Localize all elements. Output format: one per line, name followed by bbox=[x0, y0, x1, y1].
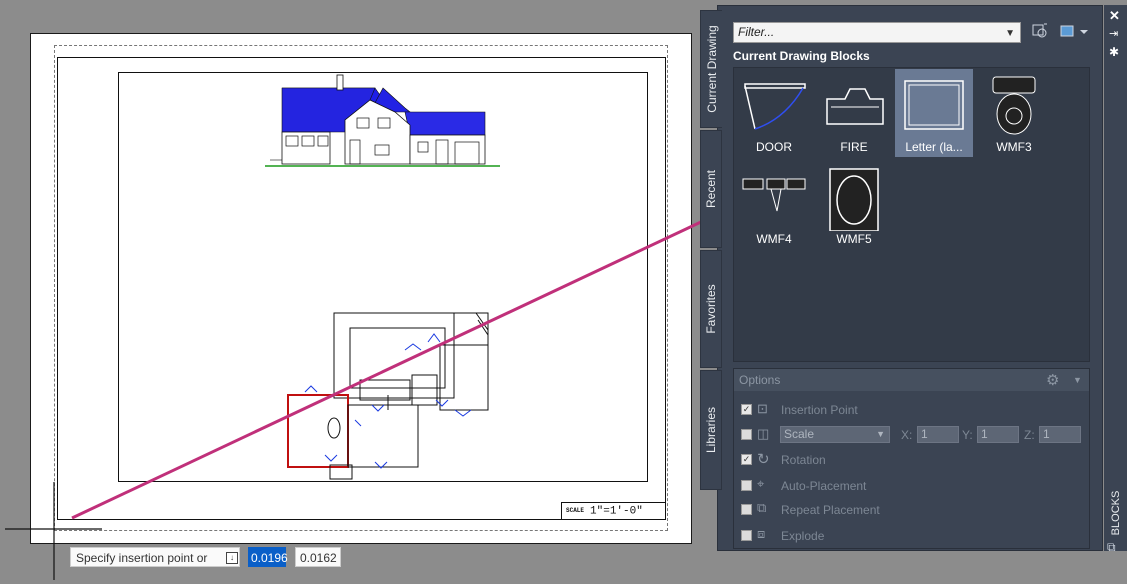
scale-x-input[interactable]: 1 bbox=[917, 426, 959, 443]
scale-label: 1"=1'-0" bbox=[590, 505, 643, 518]
block-label: DOOR bbox=[756, 140, 792, 154]
block-label: WMF3 bbox=[996, 140, 1032, 154]
block-tile-wmf4[interactable]: WMF4 bbox=[735, 161, 813, 249]
fireplace-icon bbox=[826, 88, 884, 125]
scale-checkbox[interactable] bbox=[741, 429, 752, 440]
chevron-down-icon[interactable]: ▼ bbox=[1005, 24, 1015, 43]
palette-title: BLOCKS bbox=[1104, 490, 1127, 535]
close-icon[interactable]: ✕ bbox=[1109, 8, 1120, 24]
palette-title-text: BLOCKS bbox=[1109, 490, 1122, 535]
insertion-point-label: Insertion Point bbox=[781, 403, 858, 417]
chevron-down-icon[interactable]: ▼ bbox=[876, 427, 885, 442]
tab-libraries[interactable]: Libraries bbox=[700, 370, 722, 490]
palette-titlebar[interactable] bbox=[1104, 5, 1127, 551]
rotation-checkbox[interactable]: ✓ bbox=[741, 454, 752, 465]
block-label: WMF5 bbox=[836, 232, 872, 246]
explode-label: Explode bbox=[781, 529, 825, 543]
tab-label: Current Drawing bbox=[704, 25, 719, 113]
options-title: Options bbox=[739, 373, 781, 387]
insertion-point-icon: ⊡ bbox=[757, 401, 768, 416]
scale-y-label: Y: bbox=[962, 428, 973, 442]
view-options-icon[interactable] bbox=[1060, 24, 1090, 43]
tab-label: Libraries bbox=[704, 406, 718, 454]
scale-box: SCALE 1"=1'-0" bbox=[561, 502, 666, 520]
door-icon bbox=[744, 83, 806, 130]
block-tile-wmf3[interactable]: WMF3 bbox=[975, 69, 1053, 157]
scale-dropdown-value: Scale bbox=[784, 427, 815, 441]
block-label: FIRE bbox=[840, 140, 868, 154]
repeat-placement-icon: ⧉ bbox=[757, 500, 767, 515]
block-tile-letter[interactable]: Letter (la... bbox=[895, 69, 973, 157]
blocks-palette-icon[interactable]: ⧉ bbox=[1107, 540, 1116, 555]
repeat-placement-label: Repeat Placement bbox=[781, 503, 880, 517]
scale-z-label: Z: bbox=[1024, 428, 1035, 442]
tab-label: Recent bbox=[704, 169, 718, 209]
block-label: WMF4 bbox=[756, 232, 792, 246]
block-tile-wmf5[interactable]: WMF5 bbox=[815, 161, 893, 249]
tab-current-drawing[interactable]: Current Drawing bbox=[700, 10, 722, 128]
properties-icon[interactable]: ✱ bbox=[1109, 45, 1119, 59]
scale-icon: ◫ bbox=[757, 426, 770, 441]
sheet-icon bbox=[904, 80, 964, 130]
explode-icon: ⧈ bbox=[757, 526, 766, 541]
tab-recent[interactable]: Recent bbox=[700, 130, 722, 248]
house-elevation bbox=[265, 74, 500, 167]
command-prompt[interactable]: Specify insertion point or bbox=[70, 547, 240, 567]
block-tile-door[interactable]: DOOR bbox=[735, 69, 813, 157]
auto-placement-label: Auto-Placement bbox=[781, 479, 867, 493]
explode-checkbox[interactable] bbox=[741, 530, 752, 541]
rotate-icon: ↻ bbox=[757, 451, 770, 468]
load-blocks-icon[interactable] bbox=[1031, 22, 1049, 43]
auto-placement-checkbox[interactable] bbox=[741, 480, 752, 491]
repeat-placement-checkbox[interactable] bbox=[741, 504, 752, 515]
filter-input[interactable]: Filter... ▼ bbox=[733, 22, 1021, 43]
options-header[interactable] bbox=[734, 369, 1089, 391]
y-coordinate-input[interactable]: 0.0162 bbox=[295, 547, 341, 567]
house-drawing bbox=[5, 74, 700, 580]
dynamic-input-icon[interactable]: ↓ bbox=[226, 552, 238, 564]
scale-y-input[interactable]: 1 bbox=[977, 426, 1019, 443]
section-title: Current Drawing Blocks bbox=[733, 49, 870, 63]
toilet-icon bbox=[992, 76, 1036, 135]
block-tile-fire[interactable]: FIRE bbox=[815, 69, 893, 157]
block-label: Letter (la... bbox=[905, 140, 963, 154]
tab-favorites[interactable]: Favorites bbox=[700, 250, 722, 368]
drag-arrow bbox=[71, 220, 700, 520]
autohide-icon[interactable]: ⇥ bbox=[1109, 27, 1118, 40]
tab-label: Favorites bbox=[704, 284, 718, 334]
insertion-point-checkbox[interactable]: ✓ bbox=[741, 404, 752, 415]
oval-mirror-icon bbox=[829, 168, 879, 232]
fixtures-icon bbox=[742, 178, 806, 212]
rotation-label: Rotation bbox=[781, 453, 826, 467]
scale-x-label: X: bbox=[901, 428, 913, 442]
scale-prefix: SCALE bbox=[566, 507, 585, 514]
chevron-down-icon[interactable]: ▼ bbox=[1073, 375, 1082, 385]
scale-z-input[interactable]: 1 bbox=[1039, 426, 1081, 443]
x-coordinate-input[interactable]: 0.0196 bbox=[248, 547, 288, 567]
filter-placeholder: Filter... bbox=[738, 25, 775, 39]
auto-placement-icon: ⌖ bbox=[757, 476, 765, 491]
gear-icon[interactable]: ⚙ bbox=[1046, 371, 1059, 389]
scale-dropdown[interactable]: Scale ▼ bbox=[780, 426, 890, 443]
